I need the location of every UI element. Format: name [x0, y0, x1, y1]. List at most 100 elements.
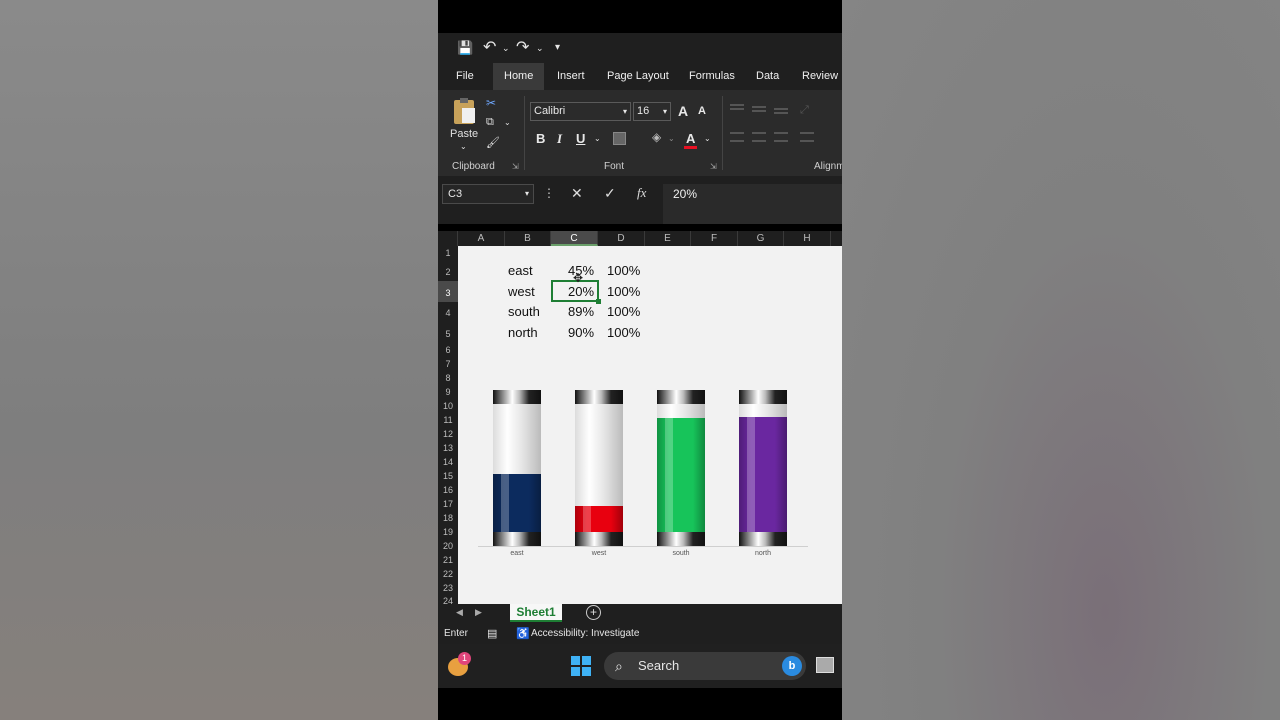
- underline-dropdown-icon[interactable]: ⌄: [594, 134, 601, 143]
- taskbar-search[interactable]: ⌕ Search b: [604, 652, 806, 680]
- borders-icon[interactable]: [613, 132, 626, 145]
- row-header[interactable]: 17: [438, 497, 458, 511]
- row-header[interactable]: 9: [438, 385, 458, 399]
- formula-input[interactable]: 20%: [663, 184, 842, 224]
- insert-function-icon[interactable]: fx: [637, 185, 646, 201]
- tube-north[interactable]: [739, 390, 787, 546]
- row-header[interactable]: 5: [438, 322, 458, 343]
- row-header[interactable]: 13: [438, 441, 458, 455]
- tab-data[interactable]: Data: [745, 63, 790, 90]
- underline-button[interactable]: U: [576, 131, 585, 146]
- italic-button[interactable]: I: [557, 131, 562, 147]
- grow-font-button[interactable]: A: [678, 103, 688, 119]
- bold-button[interactable]: B: [536, 131, 545, 146]
- column-header[interactable]: E: [645, 231, 691, 246]
- fill-handle[interactable]: [596, 299, 601, 304]
- row-header[interactable]: 8: [438, 371, 458, 385]
- next-sheet-icon[interactable]: ▶: [475, 607, 482, 618]
- row-header-selected[interactable]: 3: [438, 281, 458, 302]
- cell-value[interactable]: 90%: [568, 325, 594, 340]
- align-middle-icon[interactable]: [752, 106, 766, 112]
- row-header[interactable]: 11: [438, 413, 458, 427]
- task-view-icon[interactable]: [816, 657, 834, 673]
- column-header[interactable]: D: [598, 231, 645, 246]
- tab-home[interactable]: Home: [493, 63, 545, 90]
- more-options-icon[interactable]: ⋮: [543, 186, 555, 200]
- tube-east[interactable]: [493, 390, 541, 546]
- add-sheet-icon[interactable]: +: [586, 605, 601, 620]
- align-left-icon[interactable]: [730, 132, 744, 142]
- font-name-combo[interactable]: Calibri ▾: [530, 102, 631, 121]
- paste-button[interactable]: Paste ⌄: [448, 98, 480, 154]
- row-header[interactable]: 18: [438, 511, 458, 525]
- row-header[interactable]: 6: [438, 343, 458, 357]
- cancel-entry-icon[interactable]: ✕: [571, 185, 583, 202]
- worksheet-grid[interactable]: east 45% 100% west 20% 100% south 89% 10…: [458, 246, 842, 604]
- prev-sheet-icon[interactable]: ◀: [456, 607, 463, 618]
- column-header[interactable]: H: [784, 231, 831, 246]
- save-icon[interactable]: 💾: [457, 40, 473, 56]
- accessibility-status[interactable]: Accessibility: Investigate: [531, 628, 639, 639]
- clipboard-launcher-icon[interactable]: ⇲: [512, 162, 519, 171]
- tube-chart[interactable]: east west south north: [478, 382, 808, 562]
- fill-color-dropdown-icon[interactable]: ⌄: [668, 134, 675, 143]
- align-center-icon[interactable]: [752, 132, 766, 142]
- row-header[interactable]: 21: [438, 553, 458, 567]
- cell-max[interactable]: 100%: [607, 325, 640, 340]
- column-header[interactable]: B: [505, 231, 551, 246]
- shrink-font-button[interactable]: A: [698, 105, 706, 117]
- select-all-corner[interactable]: [438, 231, 458, 246]
- cell-max[interactable]: 100%: [607, 304, 640, 319]
- copy-icon[interactable]: ⧉: [486, 116, 494, 129]
- row-header[interactable]: 22: [438, 567, 458, 581]
- tube-west[interactable]: [575, 390, 623, 546]
- redo-icon[interactable]: ↷: [516, 37, 529, 57]
- accessibility-icon[interactable]: ♿: [516, 627, 530, 640]
- orientation-icon[interactable]: ⤢: [800, 104, 809, 117]
- tab-file[interactable]: File: [445, 63, 485, 90]
- cell-max[interactable]: 100%: [607, 263, 640, 278]
- undo-dropdown-icon[interactable]: ⌄: [502, 43, 510, 54]
- font-color-dropdown-icon[interactable]: ⌄: [704, 134, 711, 143]
- row-header[interactable]: 1: [438, 246, 458, 260]
- row-header[interactable]: 20: [438, 539, 458, 553]
- fill-color-icon[interactable]: ◈: [652, 130, 661, 144]
- cell-max[interactable]: 100%: [607, 284, 640, 299]
- customize-qat-icon[interactable]: ▾: [555, 42, 560, 53]
- tab-formulas[interactable]: Formulas: [678, 63, 746, 90]
- macro-recording-icon[interactable]: ▤: [487, 627, 497, 640]
- indent-icon[interactable]: [800, 132, 814, 142]
- cell-region[interactable]: north: [508, 325, 538, 340]
- redo-dropdown-icon[interactable]: ⌄: [536, 43, 544, 54]
- font-launcher-icon[interactable]: ⇲: [710, 162, 717, 171]
- column-header-selected[interactable]: C: [551, 231, 598, 246]
- row-header[interactable]: 10: [438, 399, 458, 413]
- cell-value[interactable]: 89%: [568, 304, 594, 319]
- font-size-combo[interactable]: 16 ▾: [633, 102, 671, 121]
- name-box[interactable]: C3 ▾: [442, 184, 534, 204]
- cell-region[interactable]: west: [508, 284, 535, 299]
- row-header[interactable]: 4: [438, 302, 458, 322]
- undo-icon[interactable]: ↶: [483, 37, 496, 57]
- column-header[interactable]: G: [738, 231, 784, 246]
- tube-south[interactable]: [657, 390, 705, 546]
- row-header[interactable]: 14: [438, 455, 458, 469]
- align-top-icon[interactable]: [730, 104, 744, 110]
- row-header[interactable]: 7: [438, 357, 458, 371]
- bing-icon[interactable]: b: [782, 656, 802, 676]
- cell-region[interactable]: east: [508, 263, 533, 278]
- align-bottom-icon[interactable]: [774, 108, 788, 114]
- column-header[interactable]: A: [458, 231, 505, 246]
- format-painter-icon[interactable]: 🖌: [486, 136, 500, 149]
- confirm-entry-icon[interactable]: ✓: [604, 185, 616, 202]
- row-header[interactable]: 12: [438, 427, 458, 441]
- copy-dropdown-icon[interactable]: ⌄: [504, 118, 511, 127]
- row-header[interactable]: 23: [438, 581, 458, 595]
- sheet-tab-sheet1[interactable]: Sheet1: [510, 604, 562, 622]
- column-header[interactable]: F: [691, 231, 738, 246]
- cell-region[interactable]: south: [508, 304, 540, 319]
- tab-review[interactable]: Review: [791, 63, 842, 90]
- align-right-icon[interactable]: [774, 132, 788, 142]
- row-header[interactable]: 24: [438, 595, 458, 604]
- tab-page-layout[interactable]: Page Layout: [596, 63, 680, 90]
